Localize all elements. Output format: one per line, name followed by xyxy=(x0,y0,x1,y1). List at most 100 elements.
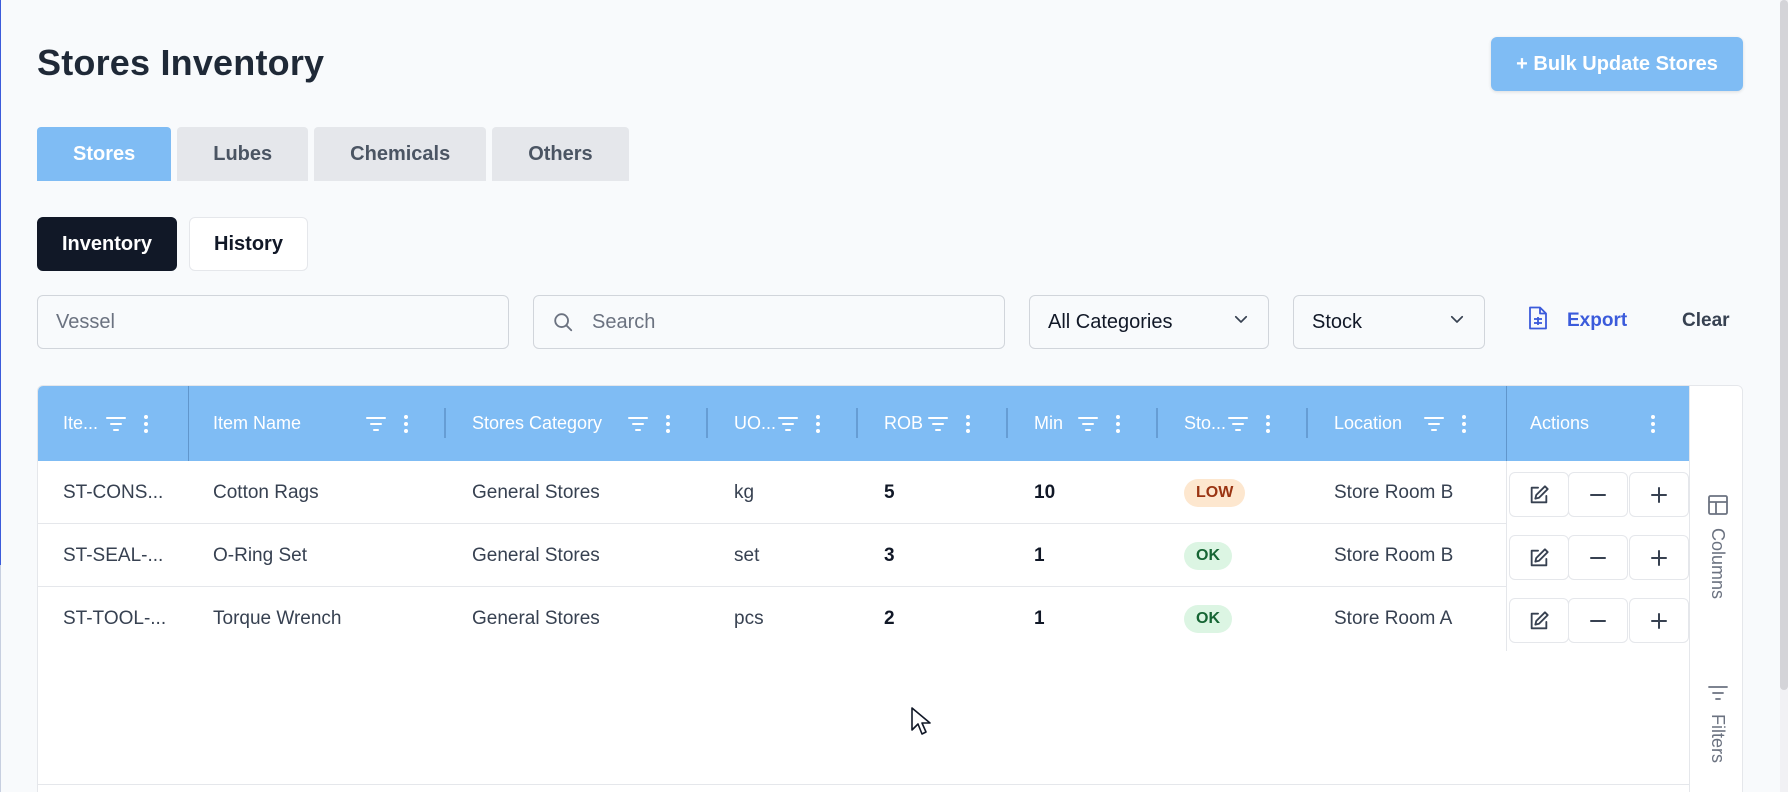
filter-icon[interactable] xyxy=(1227,415,1249,433)
table-row[interactable]: ST-SEAL-... O-Ring Set General Stores se… xyxy=(38,524,1689,587)
side-tool-panel: Columns Filters xyxy=(1689,386,1742,792)
inventory-view-button[interactable]: Inventory xyxy=(37,217,178,271)
page-scrollbar-thumb[interactable] xyxy=(1780,0,1788,690)
chevron-down-icon xyxy=(1232,310,1250,334)
cell-item-name: Cotton Rags xyxy=(213,481,319,503)
edit-icon xyxy=(1530,484,1549,503)
cell-location: Store Room B xyxy=(1334,544,1454,566)
filters-panel-label: Filters xyxy=(1708,714,1728,763)
export-button[interactable]: Export xyxy=(1527,303,1627,339)
cell-location: Store Room A xyxy=(1334,607,1453,629)
edit-button[interactable] xyxy=(1509,472,1569,517)
window-left-edge xyxy=(0,0,1,565)
edit-button[interactable] xyxy=(1509,535,1569,580)
column-menu-icon[interactable] xyxy=(403,414,409,434)
tab-chemicals[interactable]: Chemicals xyxy=(314,127,487,181)
spreadsheet-file-icon xyxy=(1527,306,1549,336)
column-menu-icon[interactable] xyxy=(1115,414,1121,434)
cell-min: 10 xyxy=(1034,481,1056,503)
tab-lubes[interactable]: Lubes xyxy=(177,127,309,181)
filter-icon[interactable] xyxy=(627,415,649,433)
filter-icon[interactable] xyxy=(1423,415,1445,433)
column-menu-icon[interactable] xyxy=(143,414,149,434)
filter-icon[interactable] xyxy=(365,415,387,433)
cell-item-name: Torque Wrench xyxy=(213,607,342,629)
minus-icon xyxy=(1590,493,1606,496)
table-row[interactable]: ST-CONS... Cotton Rags General Stores kg… xyxy=(38,461,1689,524)
status-badge: OK xyxy=(1184,541,1232,570)
search-field[interactable] xyxy=(533,295,1005,349)
category-select[interactable]: All Categories xyxy=(1029,295,1269,349)
column-separator xyxy=(444,408,446,438)
category-tabs: Stores Lubes Chemicals Others xyxy=(37,127,629,181)
column-separator xyxy=(706,408,708,438)
search-input[interactable] xyxy=(592,310,986,334)
column-separator xyxy=(1306,408,1308,438)
edit-button[interactable] xyxy=(1509,598,1569,643)
column-separator xyxy=(856,408,858,438)
tab-stores[interactable]: Stores xyxy=(37,127,172,181)
column-header-stores-category[interactable]: Stores Category xyxy=(472,386,602,461)
column-header-item-code[interactable]: Ite... xyxy=(63,386,98,461)
cell-location: Store Room B xyxy=(1334,481,1454,503)
plus-icon xyxy=(1651,549,1667,566)
column-header-stock-status[interactable]: Sto... xyxy=(1184,386,1226,461)
export-label: Export xyxy=(1567,310,1628,331)
row-actions xyxy=(1507,461,1690,524)
column-header-uom[interactable]: UO... xyxy=(734,386,776,461)
stock-select[interactable]: Stock xyxy=(1293,295,1485,349)
vessel-input[interactable] xyxy=(56,310,490,334)
cell-stock-status: OK xyxy=(1184,524,1232,587)
filters-panel-button[interactable]: Filters xyxy=(1690,684,1742,763)
decrease-button[interactable] xyxy=(1568,535,1628,580)
chevron-down-icon xyxy=(1448,310,1466,334)
stock-select-value: Stock xyxy=(1312,310,1363,333)
column-menu-icon[interactable] xyxy=(1265,414,1271,434)
column-header-actions[interactable]: Actions xyxy=(1530,386,1589,461)
cell-item-name: O-Ring Set xyxy=(213,544,307,566)
minus-icon xyxy=(1590,556,1606,559)
column-separator xyxy=(1156,408,1158,438)
bulk-update-stores-button[interactable]: + Bulk Update Stores xyxy=(1491,37,1743,91)
increase-button[interactable] xyxy=(1629,535,1689,580)
grid-header: Ite... Item Name Stores Category UO... R… xyxy=(38,386,1689,461)
cell-min: 1 xyxy=(1034,544,1045,566)
vessel-field[interactable] xyxy=(37,295,509,349)
tab-others[interactable]: Others xyxy=(492,127,629,181)
cell-item-code: ST-SEAL-... xyxy=(63,544,164,566)
increase-button[interactable] xyxy=(1629,472,1689,517)
cell-min: 1 xyxy=(1034,607,1045,629)
decrease-button[interactable] xyxy=(1568,472,1628,517)
column-menu-icon[interactable] xyxy=(965,414,971,434)
cell-stores-category: General Stores xyxy=(472,544,600,566)
cell-item-code: ST-CONS... xyxy=(63,481,164,503)
clear-button[interactable]: Clear xyxy=(1682,303,1730,339)
column-header-rob[interactable]: ROB xyxy=(884,386,923,461)
filter-icon[interactable] xyxy=(777,415,799,433)
column-menu-icon[interactable] xyxy=(1461,414,1467,434)
table-row[interactable]: ST-TOOL-... Torque Wrench General Stores… xyxy=(38,587,1689,650)
row-actions xyxy=(1507,524,1690,587)
column-menu-icon[interactable] xyxy=(815,414,821,434)
increase-button[interactable] xyxy=(1629,598,1689,643)
cell-stock-status: LOW xyxy=(1184,461,1246,524)
column-menu-icon[interactable] xyxy=(665,414,671,434)
edit-icon xyxy=(1530,547,1549,566)
columns-panel-label: Columns xyxy=(1708,528,1728,600)
search-icon xyxy=(552,311,574,333)
category-select-value: All Categories xyxy=(1048,310,1173,333)
status-badge: LOW xyxy=(1184,478,1246,507)
column-header-min[interactable]: Min xyxy=(1034,386,1063,461)
history-view-button[interactable]: History xyxy=(189,217,308,271)
filter-lines-icon xyxy=(1707,686,1728,700)
columns-panel-button[interactable]: Columns xyxy=(1690,494,1742,600)
filter-icon[interactable] xyxy=(1077,415,1099,433)
column-header-location[interactable]: Location xyxy=(1334,386,1402,461)
filter-icon[interactable] xyxy=(105,415,127,433)
status-badge: OK xyxy=(1184,604,1232,633)
column-menu-icon[interactable] xyxy=(1650,414,1656,434)
decrease-button[interactable] xyxy=(1568,598,1628,643)
cell-rob: 2 xyxy=(884,607,895,629)
filter-icon[interactable] xyxy=(927,415,949,433)
column-header-item-name[interactable]: Item Name xyxy=(213,386,301,461)
